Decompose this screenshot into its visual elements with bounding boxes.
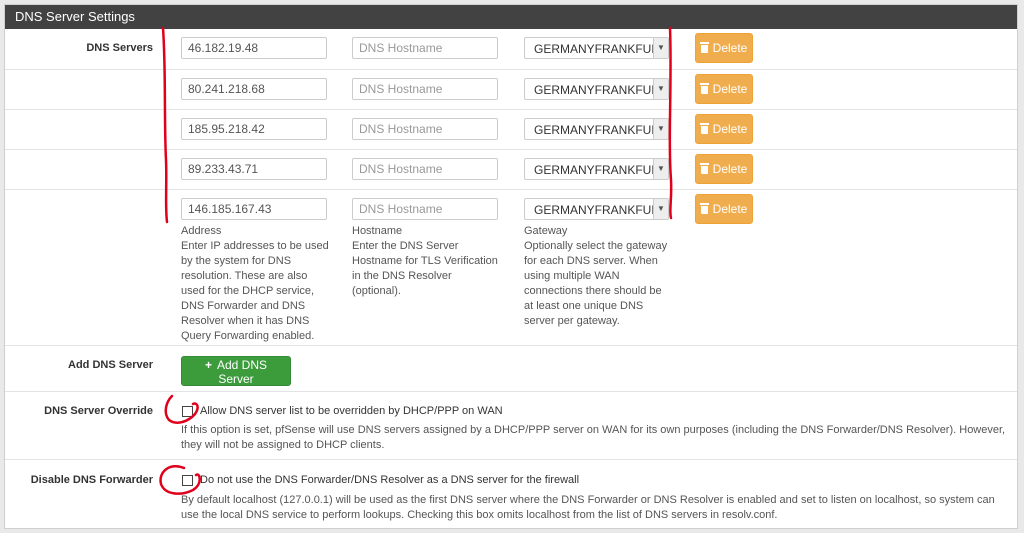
disable-forwarder-label: Disable DNS Forwarder xyxy=(30,474,153,486)
dns-servers-label: DNS Servers xyxy=(86,42,153,54)
delete-label: Delete xyxy=(712,82,748,96)
hostname-help-title: Hostname xyxy=(352,225,403,237)
gateway-select-value: GERMANYFRANKFURT xyxy=(534,42,654,56)
chevron-down-icon: ▼ xyxy=(653,119,668,139)
gateway-help-title: Gateway xyxy=(524,225,568,237)
dns-server-row: GERMANYFRANKFURT ▼ Delete xyxy=(5,109,1017,149)
address-help: Address Enter IP addresses to be used by… xyxy=(181,224,331,344)
delete-label: Delete xyxy=(712,122,748,136)
trash-icon xyxy=(699,163,709,174)
trash-icon xyxy=(699,203,709,214)
dns-address-input[interactable] xyxy=(181,78,327,100)
disable-forwarder-description: By default localhost (127.0.0.1) will be… xyxy=(181,494,995,521)
gateway-help-text: Optionally select the gateway for each D… xyxy=(524,240,668,327)
disable-forwarder-row: Disable DNS Forwarder Do not use the DNS… xyxy=(5,459,1017,528)
dns-hostname-input[interactable] xyxy=(352,78,498,100)
add-dns-label: Add DNS Server xyxy=(68,359,153,371)
gateway-select[interactable]: GERMANYFRANKFURT ▼ xyxy=(524,78,669,100)
gateway-select-value: GERMANYFRANKFURT xyxy=(534,203,654,217)
gateway-select[interactable]: GERMANYFRANKFURT ▼ xyxy=(524,158,669,180)
gateway-select[interactable]: GERMANYFRANKFURT ▼ xyxy=(524,118,669,140)
chevron-down-icon: ▼ xyxy=(653,199,668,219)
override-checkbox[interactable] xyxy=(182,406,193,417)
dns-server-row: GERMANYFRANKFURT ▼ Delete Address Enter … xyxy=(5,189,1017,345)
add-dns-row: Add DNS Server + Add DNS Server xyxy=(5,345,1017,391)
gateway-select-value: GERMANYFRANKFURT xyxy=(534,163,654,177)
dns-address-input[interactable] xyxy=(181,118,327,140)
delete-button[interactable]: Delete xyxy=(695,33,753,63)
override-row: DNS Server Override Allow DNS server lis… xyxy=(5,391,1017,459)
dns-hostname-input[interactable] xyxy=(352,118,498,140)
hostname-help-text: Enter the DNS Server Hostname for TLS Ve… xyxy=(352,240,498,297)
override-checkbox-label[interactable]: Allow DNS server list to be overridden b… xyxy=(200,405,503,417)
override-description: If this option is set, pfSense will use … xyxy=(181,424,1006,451)
gateway-select[interactable]: GERMANYFRANKFURT ▼ xyxy=(524,37,669,59)
gateway-select-value: GERMANYFRANKFURT xyxy=(534,123,654,137)
dns-address-input[interactable] xyxy=(181,37,327,59)
hostname-help: Hostname Enter the DNS Server Hostname f… xyxy=(352,224,502,299)
add-dns-button-label: Add DNS Server xyxy=(216,358,268,386)
chevron-down-icon: ▼ xyxy=(653,159,668,179)
override-label: DNS Server Override xyxy=(44,405,153,417)
gateway-select[interactable]: GERMANYFRANKFURT ▼ xyxy=(524,198,669,220)
chevron-down-icon: ▼ xyxy=(653,38,668,58)
delete-label: Delete xyxy=(712,41,748,55)
dns-server-row: DNS Servers GERMANYFRANKFURT ▼ Delete xyxy=(5,29,1017,69)
dns-address-input[interactable] xyxy=(181,198,327,220)
plus-icon: + xyxy=(204,358,212,372)
delete-button[interactable]: Delete xyxy=(695,194,753,224)
delete-button[interactable]: Delete xyxy=(695,114,753,144)
dns-hostname-input[interactable] xyxy=(352,37,498,59)
delete-button[interactable]: Delete xyxy=(695,154,753,184)
trash-icon xyxy=(699,83,709,94)
trash-icon xyxy=(699,123,709,134)
dns-server-row: GERMANYFRANKFURT ▼ Delete xyxy=(5,149,1017,189)
dns-hostname-input[interactable] xyxy=(352,198,498,220)
delete-label: Delete xyxy=(712,162,748,176)
trash-icon xyxy=(699,42,709,53)
delete-button[interactable]: Delete xyxy=(695,74,753,104)
gateway-help: Gateway Optionally select the gateway fo… xyxy=(524,224,672,329)
address-help-text: Enter IP addresses to be used by the sys… xyxy=(181,240,329,342)
disable-forwarder-checkbox[interactable] xyxy=(182,475,193,486)
dns-hostname-input[interactable] xyxy=(352,158,498,180)
dns-server-row: GERMANYFRANKFURT ▼ Delete xyxy=(5,69,1017,109)
delete-label: Delete xyxy=(712,202,748,216)
disable-forwarder-checkbox-label[interactable]: Do not use the DNS Forwarder/DNS Resolve… xyxy=(200,474,579,486)
gateway-select-value: GERMANYFRANKFURT xyxy=(534,83,654,97)
chevron-down-icon: ▼ xyxy=(653,79,668,99)
dns-address-input[interactable] xyxy=(181,158,327,180)
dns-settings-panel: DNS Server Settings DNS Servers GERMANYF… xyxy=(4,4,1018,529)
panel-title: DNS Server Settings xyxy=(5,5,1017,29)
address-help-title: Address xyxy=(181,225,222,237)
add-dns-server-button[interactable]: + Add DNS Server xyxy=(181,356,291,386)
